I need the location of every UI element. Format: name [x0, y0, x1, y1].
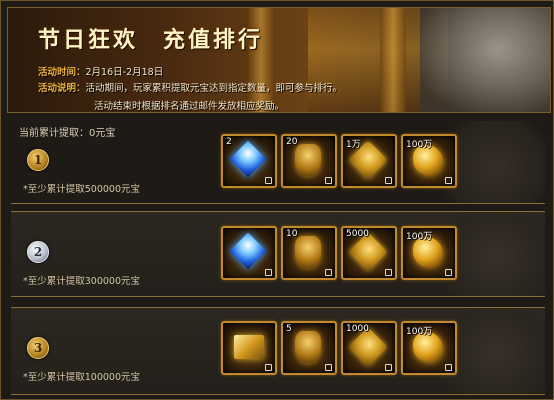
reward-slot[interactable]: 100万 [401, 134, 457, 188]
reward-quantity: 5000 [346, 229, 369, 239]
reward-quantity: 100万 [406, 327, 433, 337]
bind-lock-icon [265, 177, 272, 184]
reward-quantity: 1000 [346, 324, 369, 334]
tier-requirement-2: *至少累计提取300000元宝 [23, 276, 141, 287]
reward-slot[interactable]: 100万 [401, 226, 457, 280]
tier-requirement-1: *至少累计提取500000元宝 [23, 184, 141, 195]
event-period-value: 2月16日-2月18日 [85, 67, 164, 78]
event-description-label: 活动说明： [38, 83, 86, 94]
treasure-box-icon [234, 335, 264, 359]
bind-lock-icon [265, 269, 272, 276]
rank-badge-3: 3 [27, 337, 49, 359]
reward-slot[interactable]: 20 [281, 134, 337, 188]
reward-quantity: 100万 [406, 232, 433, 242]
reward-quantity: 20 [286, 137, 298, 147]
ranking-panel: 节日狂欢 充值排行 活动时间：2月16日-2月18日 活动说明：活动期间，玩家累… [0, 0, 554, 400]
reward-slot[interactable]: 2 [221, 134, 277, 188]
bind-lock-icon [385, 177, 392, 184]
reward-slot[interactable] [221, 321, 277, 375]
reward-slot[interactable]: 100万 [401, 321, 457, 375]
bind-lock-icon [385, 269, 392, 276]
rank-badge-2: 2 [27, 241, 49, 263]
reward-slot[interactable] [221, 226, 277, 280]
armor-icon [295, 331, 321, 363]
bind-lock-icon [445, 364, 452, 371]
bind-lock-icon [325, 364, 332, 371]
reward-slot[interactable]: 1000 [341, 321, 397, 375]
reward-slot[interactable]: 10 [281, 226, 337, 280]
bind-lock-icon [445, 177, 452, 184]
rank-badge-1: 1 [27, 149, 49, 171]
current-total-value: 0元宝 [89, 128, 116, 139]
tier-requirement-3: *至少累计提取100000元宝 [23, 372, 141, 383]
event-period-label: 活动时间： [38, 67, 86, 78]
current-total: 当前累计提取：0元宝 [19, 124, 115, 139]
bind-lock-icon [445, 269, 452, 276]
reward-quantity: 1万 [346, 140, 361, 150]
bind-lock-icon [325, 269, 332, 276]
dragon-statue-image [420, 8, 550, 112]
bind-lock-icon [265, 364, 272, 371]
bind-lock-icon [385, 364, 392, 371]
reward-quantity: 5 [286, 324, 292, 334]
reward-quantity: 10 [286, 229, 298, 239]
event-description-line2: 活动结束时根据排名通过邮件发放相应奖励。 [94, 101, 285, 112]
current-total-label: 当前累计提取： [19, 128, 89, 139]
reward-slot[interactable]: 5 [281, 321, 337, 375]
reward-quantity: 100万 [406, 140, 433, 150]
event-period: 活动时间：2月16日-2月18日 [38, 64, 163, 78]
reward-slot[interactable]: 1万 [341, 134, 397, 188]
event-description: 活动说明：活动期间，玩家累积提取元宝达到指定数量，即可参与排行。 [38, 80, 342, 94]
event-description-line1: 活动期间，玩家累积提取元宝达到指定数量，即可参与排行。 [85, 83, 343, 94]
gem-icon [229, 232, 267, 270]
armor-icon [295, 144, 321, 176]
bind-lock-icon [325, 177, 332, 184]
pillar-decoration [380, 8, 406, 112]
event-title: 节日狂欢 充值排行 [38, 27, 264, 53]
event-banner: 节日狂欢 充值排行 活动时间：2月16日-2月18日 活动说明：活动期间，玩家累… [7, 7, 551, 113]
armor-icon [295, 236, 321, 268]
gem-icon [229, 140, 267, 178]
reward-slot[interactable]: 5000 [341, 226, 397, 280]
reward-quantity: 2 [226, 137, 232, 147]
